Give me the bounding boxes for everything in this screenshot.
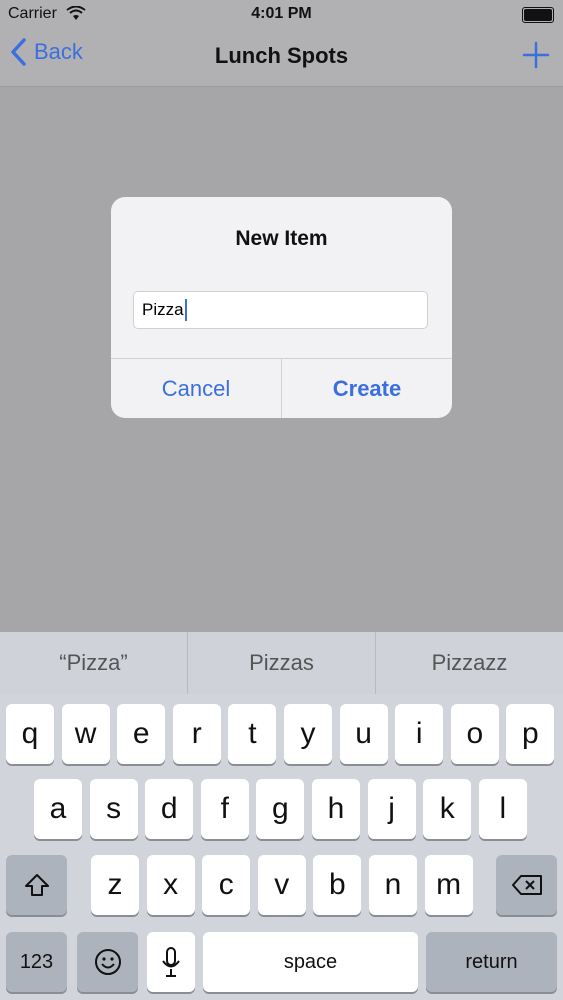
key-l[interactable]: l [478, 779, 527, 839]
key-t[interactable]: t [228, 704, 277, 764]
suggestion-item[interactable]: Pizzazz [375, 632, 563, 694]
key-b[interactable]: b [313, 855, 362, 915]
key-i[interactable]: i [395, 704, 444, 764]
text-caret [184, 299, 187, 321]
key-d[interactable]: d [145, 779, 194, 839]
cancel-button[interactable]: Cancel [111, 359, 281, 418]
numbers-key[interactable]: 123 [6, 932, 67, 992]
backspace-icon [511, 875, 542, 895]
key-p[interactable]: p [506, 704, 555, 764]
suggestion-item[interactable]: “Pizza” [0, 632, 187, 694]
emoji-key[interactable] [77, 932, 138, 992]
key-y[interactable]: y [284, 704, 332, 764]
key-m[interactable]: m [424, 855, 473, 915]
shift-icon [24, 874, 49, 896]
key-q[interactable]: q [6, 704, 54, 764]
delete-key[interactable] [496, 855, 557, 915]
key-e[interactable]: e [117, 704, 166, 764]
key-h[interactable]: h [312, 779, 360, 839]
key-z[interactable]: z [91, 855, 139, 915]
alert-title: New Item [235, 227, 328, 250]
key-s[interactable]: s [89, 779, 138, 839]
return-key[interactable]: return [426, 932, 557, 992]
key-j[interactable]: j [367, 779, 416, 839]
key-f[interactable]: f [200, 779, 249, 839]
keyboard: q w e r t y u i o p a s d f g h j k l z x c v b n m 123 space return [0, 694, 563, 1000]
key-a[interactable]: a [34, 779, 82, 839]
page-title: Lunch Spots [214, 43, 349, 68]
dictation-key[interactable] [147, 932, 195, 992]
item-name-input[interactable]: Pizza [133, 291, 428, 329]
add-button[interactable] [521, 40, 551, 70]
key-k[interactable]: k [423, 779, 472, 839]
key-o[interactable]: o [450, 704, 499, 764]
key-u[interactable]: u [339, 704, 388, 764]
key-r[interactable]: r [172, 704, 221, 764]
key-v[interactable]: v [257, 855, 306, 915]
suggestion-item[interactable]: Pizzas [187, 632, 375, 694]
key-g[interactable]: g [256, 779, 305, 839]
key-x[interactable]: x [146, 855, 195, 915]
new-item-alert: New Item Pizza Cancel Create [111, 197, 452, 418]
space-key[interactable]: space [203, 932, 418, 992]
create-button[interactable]: Create [281, 359, 452, 418]
shift-key[interactable] [6, 855, 67, 915]
key-n[interactable]: n [369, 855, 417, 915]
clock-label: 4:01 PM [251, 5, 312, 22]
microphone-icon [162, 947, 180, 977]
plus-icon [522, 41, 550, 69]
input-value: Pizza [142, 300, 184, 319]
key-w[interactable]: w [61, 704, 110, 764]
predictive-bar: “Pizza” Pizzas Pizzazz [0, 632, 563, 694]
key-c[interactable]: c [202, 855, 251, 915]
emoji-icon [94, 949, 121, 975]
status-bar: Carrier 4:01 PM [0, 0, 563, 28]
battery-icon [522, 7, 554, 23]
alert-button-row: Cancel Create [111, 358, 452, 418]
